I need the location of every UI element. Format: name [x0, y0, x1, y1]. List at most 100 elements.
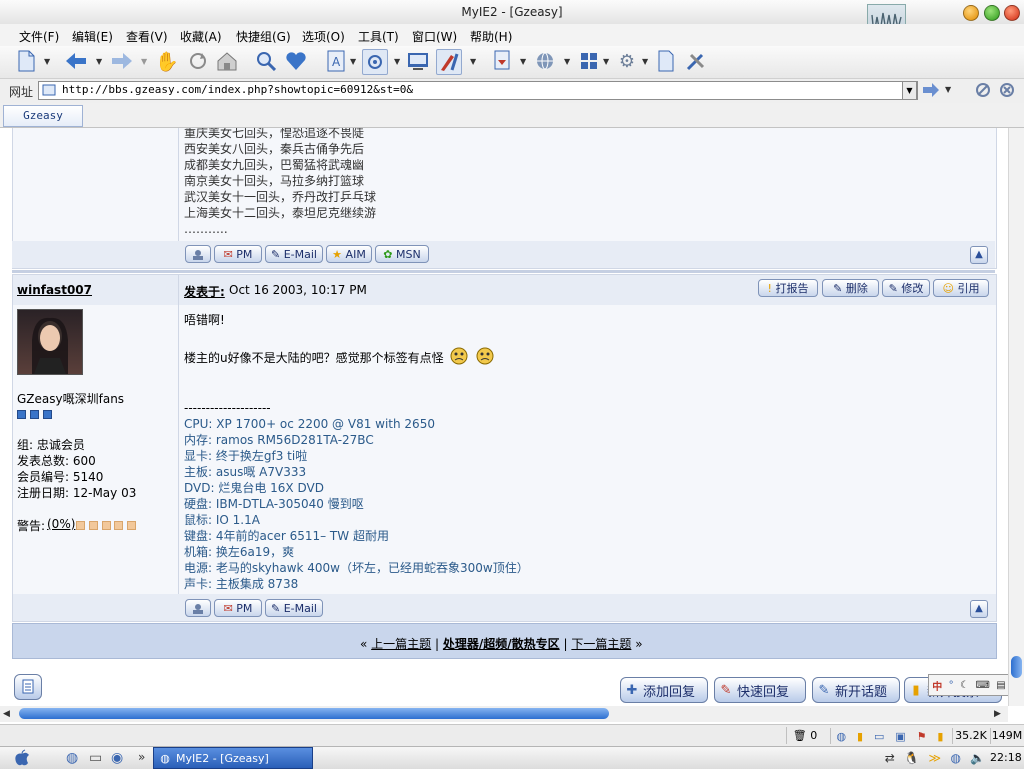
settings-tools-icon[interactable] [684, 49, 708, 73]
edit-button[interactable]: ✎ 修改 [882, 279, 930, 297]
flag-status-icon[interactable]: ⚑ [917, 730, 927, 743]
lock-status-icon[interactable]: ▮ [937, 730, 943, 743]
maximize-button[interactable] [984, 5, 1000, 21]
menu-help[interactable]: 帮助(H) [470, 28, 512, 45]
windows-grid-icon[interactable] [577, 49, 601, 73]
download-dropdown-icon[interactable]: ▼ [520, 57, 526, 66]
text-size-dropdown-icon[interactable]: ▼ [350, 57, 356, 66]
search-icon[interactable] [254, 49, 278, 73]
email-button[interactable]: ✎ E-Mail [265, 599, 323, 617]
address-url[interactable]: http://bbs.gzeasy.com/index.php?showtopi… [62, 83, 413, 96]
popup-status-icon[interactable]: ▣ [895, 730, 905, 743]
text-size-icon[interactable]: A [324, 49, 348, 73]
address-dropdown-icon[interactable]: ▼ [902, 81, 917, 100]
pm-button[interactable]: ✉ PM [214, 245, 262, 263]
ime-chinese-icon[interactable]: 中 [932, 678, 942, 693]
menu-favorites[interactable]: 收藏(A) [180, 28, 222, 45]
globe-dropdown-icon[interactable]: ▼ [564, 57, 570, 66]
menu-edit[interactable]: 编辑(E) [72, 28, 113, 45]
new-window-dropdown-icon[interactable]: ▼ [44, 57, 50, 66]
globe-status-icon[interactable]: ◍ [836, 730, 846, 743]
quick-reply-button[interactable]: ✎ 快速回复 [714, 677, 806, 703]
clear-icon[interactable] [999, 82, 1015, 98]
zoom-icon[interactable] [362, 49, 388, 75]
horizontal-scroll-thumb[interactable] [19, 708, 609, 719]
qq-tray-icon[interactable]: 🐧 [904, 751, 919, 765]
winamp-tray-icon[interactable]: ≫ [928, 751, 941, 765]
profile-button[interactable] [185, 245, 211, 263]
ime-toolbar[interactable]: 中 ° ☾ ⌨ ▤ [928, 674, 1008, 696]
add-reply-button[interactable]: ✚ 添加回复 [620, 677, 708, 703]
scroll-top-icon[interactable]: ▲ [970, 246, 988, 264]
minimize-button[interactable] [963, 5, 979, 21]
windows-dropdown-icon[interactable]: ▼ [603, 57, 609, 66]
back-dropdown-icon[interactable]: ▼ [96, 57, 102, 66]
desktop-quicklaunch-icon[interactable]: ▭ [89, 750, 105, 766]
menu-tools[interactable]: 工具(T) [358, 28, 399, 45]
pm-button[interactable]: ✉ PM [214, 599, 262, 617]
globe-tray-icon[interactable]: ◍ [950, 751, 960, 765]
menu-view[interactable]: 查看(V) [126, 28, 168, 45]
volume-tray-icon[interactable]: 🔈 [970, 751, 985, 765]
menu-groups[interactable]: 快捷组(G) [236, 28, 291, 45]
list-icon[interactable] [14, 674, 42, 700]
screen-icon[interactable] [406, 49, 430, 73]
browser-quicklaunch-icon[interactable]: ◍ [66, 750, 82, 766]
task-myie2[interactable]: ◍ MyIE2 - [Gzeasy] [153, 747, 313, 769]
zoom-dropdown-icon[interactable]: ▼ [394, 57, 400, 66]
page-status-icon[interactable]: ▭ [874, 730, 884, 743]
profile-button[interactable] [185, 599, 211, 617]
gear-icon[interactable]: ⚙ [615, 49, 639, 73]
go-arrow-icon[interactable] [922, 82, 940, 98]
email-button[interactable]: ✎ E-Mail [265, 245, 323, 263]
prev-topic-link[interactable]: 上一篇主题 [371, 637, 431, 651]
network-tray-icon[interactable]: ⇄ [885, 751, 895, 765]
menu-file[interactable]: 文件(F) [19, 28, 59, 45]
link-icon[interactable] [975, 82, 991, 98]
ime-punct-icon[interactable]: ° [949, 680, 954, 691]
document-icon[interactable] [654, 49, 678, 73]
home-icon[interactable] [215, 49, 239, 73]
horizontal-scrollbar[interactable]: ◀ ▶ [0, 706, 1008, 722]
new-window-icon[interactable] [14, 49, 38, 73]
quote-button[interactable]: ☺ 引用 [933, 279, 989, 297]
vertical-scrollbar[interactable] [1008, 128, 1024, 706]
warn-value[interactable]: (0%) [47, 517, 75, 531]
new-topic-button[interactable]: ✎ 新开话题 [812, 677, 900, 703]
forward-dropdown-icon[interactable]: ▼ [141, 57, 147, 66]
close-button[interactable] [1004, 5, 1020, 21]
ime-menu-icon[interactable]: ▤ [996, 680, 1005, 691]
ime-keyboard-icon[interactable]: ⌨ [975, 680, 989, 691]
scroll-left-icon[interactable]: ◀ [3, 709, 10, 719]
msn-button[interactable]: ✿ MSN [375, 245, 429, 263]
tab-gzeasy[interactable]: Gzeasy [3, 105, 83, 127]
back-icon[interactable] [64, 49, 88, 73]
tools-dropdown-icon[interactable]: ▼ [470, 57, 476, 66]
author-name[interactable]: winfast007 [17, 283, 92, 297]
stop-hand-icon[interactable]: ✋ [155, 49, 179, 73]
note-status-icon[interactable]: ▮ [857, 730, 863, 743]
scroll-right-icon[interactable]: ▶ [994, 709, 1001, 719]
more-quicklaunch-icon[interactable]: » [138, 750, 145, 764]
menu-window[interactable]: 窗口(W) [412, 28, 457, 45]
vertical-scroll-thumb[interactable] [1011, 656, 1022, 678]
media-quicklaunch-icon[interactable]: ◉ [111, 750, 127, 766]
scroll-top-icon[interactable]: ▲ [970, 600, 988, 618]
menu-options[interactable]: 选项(O) [302, 28, 345, 45]
apple-logo-icon[interactable] [12, 749, 32, 767]
forum-link[interactable]: 处理器/超频/散热专区 [443, 637, 560, 651]
aim-button[interactable]: ★ AIM [326, 245, 372, 263]
next-topic-link[interactable]: 下一篇主题 [571, 637, 631, 651]
forward-icon[interactable] [110, 49, 134, 73]
go-dropdown-icon[interactable]: ▼ [945, 85, 951, 94]
globe-icon[interactable] [533, 49, 557, 73]
refresh-icon[interactable] [186, 49, 210, 73]
trash-status[interactable]: 🗑 0 [786, 727, 823, 744]
ime-moon-icon[interactable]: ☾ [960, 680, 969, 691]
gear-dropdown-icon[interactable]: ▼ [642, 57, 648, 66]
report-button[interactable]: ! 打报告 [758, 279, 818, 297]
tools-pen-icon[interactable] [436, 49, 462, 75]
favorites-heart-icon[interactable] [284, 49, 308, 73]
download-icon[interactable] [490, 49, 514, 73]
delete-button[interactable]: ✎ 删除 [822, 279, 879, 297]
